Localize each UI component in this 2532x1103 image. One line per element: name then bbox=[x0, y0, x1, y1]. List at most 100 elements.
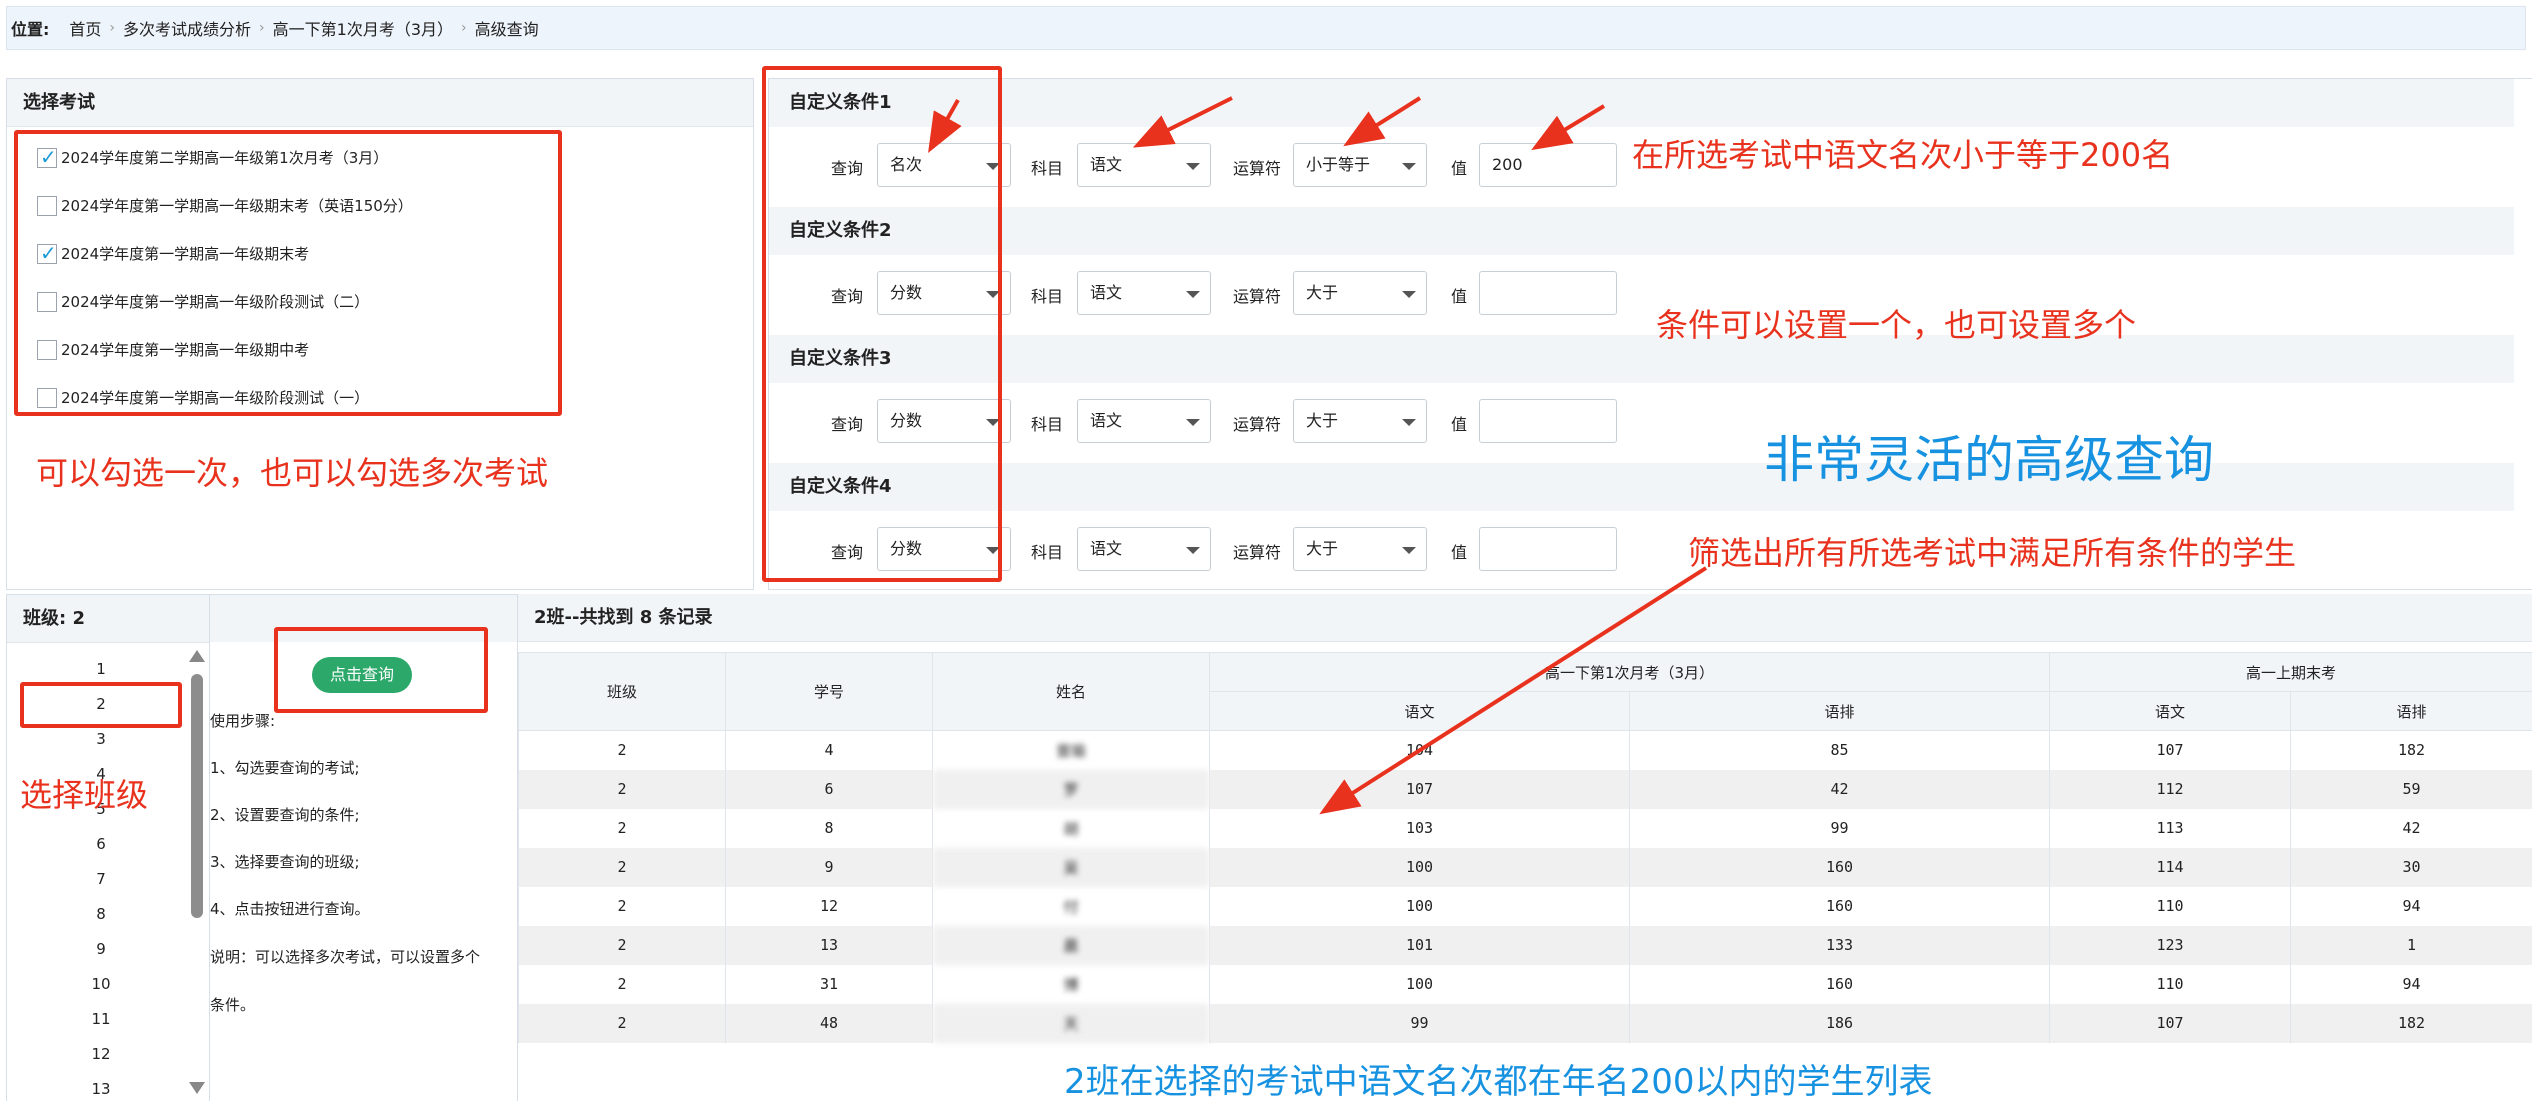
subject-field-label: 科目 bbox=[1031, 411, 1063, 435]
breadcrumb-current: 高级查询 bbox=[475, 16, 539, 40]
table-row: 2 9 吴 100 160 114 30 bbox=[519, 848, 2532, 887]
col-header-name: 姓名 bbox=[933, 653, 1210, 731]
class-select-annotation: 选择班级 bbox=[20, 770, 148, 816]
class-item-11[interactable]: 11 bbox=[6, 1010, 196, 1028]
chevron-right-icon: › bbox=[259, 20, 265, 36]
chevron-down-icon bbox=[1402, 163, 1416, 170]
instructions-heading: 使用步骤: bbox=[210, 710, 275, 731]
cell-class: 2 bbox=[519, 887, 726, 926]
class-item-12[interactable]: 12 bbox=[6, 1045, 196, 1063]
subject-select[interactable]: 语文 bbox=[1077, 143, 1211, 187]
subject-field-label: 科目 bbox=[1031, 283, 1063, 307]
table-row: 2 31 博 100 160 110 94 bbox=[519, 965, 2532, 1004]
operator-value: 大于 bbox=[1306, 411, 1338, 430]
operator-value: 大于 bbox=[1306, 283, 1338, 302]
cell-rank: 182 bbox=[2291, 731, 2532, 770]
subject-select[interactable]: 语文 bbox=[1077, 399, 1211, 443]
breadcrumb: 位置: 首页 › 多次考试成绩分析 › 高一下第1次月考（3月） › 高级查询 bbox=[6, 6, 2526, 50]
class-item-13[interactable]: 13 bbox=[6, 1080, 196, 1098]
headline-annotation: 非常灵活的高级查询 bbox=[1764, 420, 2214, 492]
instruction-step: 3、选择要查询的班级; bbox=[210, 851, 360, 872]
cell-rank: 42 bbox=[2291, 809, 2532, 848]
subject-value: 语文 bbox=[1090, 411, 1122, 430]
table-row: 2 8 胡 103 99 113 42 bbox=[519, 809, 2532, 848]
value-field-label: 值 bbox=[1451, 539, 1467, 563]
class-item-8[interactable]: 8 bbox=[6, 905, 196, 923]
cell-score: 110 bbox=[2050, 965, 2291, 1004]
scroll-up-icon[interactable] bbox=[189, 650, 205, 662]
cell-class: 2 bbox=[519, 965, 726, 1004]
cell-student-no: 9 bbox=[726, 848, 933, 887]
subject-select[interactable]: 语文 bbox=[1077, 527, 1211, 571]
cell-score: 104 bbox=[1210, 731, 1630, 770]
operator-select[interactable]: 大于 bbox=[1293, 399, 1427, 443]
class-item-10[interactable]: 10 bbox=[6, 975, 196, 993]
chevron-down-icon bbox=[1402, 419, 1416, 426]
cell-rank: 94 bbox=[2291, 887, 2532, 926]
value-input[interactable] bbox=[1479, 271, 1617, 315]
col-header-exam-1: 高一下第1次月考（3月） bbox=[1210, 653, 2050, 692]
subject-field-label: 科目 bbox=[1031, 539, 1063, 563]
cell-rank: 85 bbox=[1630, 731, 2050, 770]
instructions-note: 说明：可以选择多次考试，可以设置多个 bbox=[210, 946, 510, 967]
condition-title: 自定义条件4 bbox=[769, 463, 2514, 511]
chevron-right-icon: › bbox=[461, 20, 467, 36]
operator-select[interactable]: 小于等于 bbox=[1293, 143, 1427, 187]
condition-block-3: 自定义条件3 查询 分数 科目 语文 运算符 大于 值 bbox=[769, 335, 2514, 463]
instruction-step: 4、点击按钮进行查询。 bbox=[210, 898, 370, 919]
instruction-step: 1、勾选要查询的考试; bbox=[210, 757, 360, 778]
cell-rank: 186 bbox=[1630, 1004, 2050, 1043]
operator-select[interactable]: 大于 bbox=[1293, 527, 1427, 571]
cell-class: 2 bbox=[519, 770, 726, 809]
table-row: 2 6 罗 107 42 112 59 bbox=[519, 770, 2532, 809]
condition-title: 自定义条件1 bbox=[769, 79, 2514, 127]
cell-name: 胡 bbox=[933, 809, 1210, 848]
value-input[interactable] bbox=[1479, 527, 1617, 571]
cell-rank: 160 bbox=[1630, 848, 2050, 887]
scrollbar-thumb[interactable] bbox=[191, 674, 203, 918]
cell-score: 107 bbox=[2050, 731, 2291, 770]
class-item-7[interactable]: 7 bbox=[6, 870, 196, 888]
cell-class: 2 bbox=[519, 809, 726, 848]
class-item-9[interactable]: 9 bbox=[6, 940, 196, 958]
cell-student-no: 48 bbox=[726, 1004, 933, 1043]
cell-class: 2 bbox=[519, 848, 726, 887]
results-table: 班级 学号 姓名 高一下第1次月考（3月） 高一上期末考 语文 语排 语文 语排… bbox=[518, 652, 2532, 1043]
value-field-label: 值 bbox=[1451, 155, 1467, 179]
cell-score: 100 bbox=[1210, 965, 1630, 1004]
class-item-3[interactable]: 3 bbox=[6, 730, 196, 748]
operator-field-label: 运算符 bbox=[1233, 411, 1281, 435]
cell-score: 103 bbox=[1210, 809, 1630, 848]
cell-score: 101 bbox=[1210, 926, 1630, 965]
scroll-down-icon[interactable] bbox=[189, 1082, 205, 1094]
cell-score: 107 bbox=[2050, 1004, 2291, 1043]
breadcrumb-exam-link[interactable]: 高一下第1次月考（3月） bbox=[273, 16, 453, 40]
value-field-label: 值 bbox=[1451, 411, 1467, 435]
class-list-scrollbar[interactable] bbox=[186, 640, 208, 1100]
col-header-subject-score: 语文 bbox=[2050, 692, 2291, 731]
subject-value: 语文 bbox=[1090, 155, 1122, 174]
condition-row: 查询 分数 科目 语文 运算符 大于 值 bbox=[769, 255, 2514, 335]
table-row: 2 13 晨 101 133 123 1 bbox=[519, 926, 2532, 965]
cell-student-no: 31 bbox=[726, 965, 933, 1004]
cell-name: 天 bbox=[933, 1004, 1210, 1043]
value-input[interactable] bbox=[1479, 399, 1617, 443]
cell-rank: 182 bbox=[2291, 1004, 2532, 1043]
cell-name: 曾瑜 bbox=[933, 731, 1210, 770]
cell-name: 付 bbox=[933, 887, 1210, 926]
condition1-annotation: 在所选考试中语文名次小于等于200名 bbox=[1632, 130, 2173, 176]
multi-condition-annotation: 条件可以设置一个，也可设置多个 bbox=[1656, 300, 2136, 346]
operator-field-label: 运算符 bbox=[1233, 283, 1281, 307]
cell-score: 107 bbox=[1210, 770, 1630, 809]
instructions-note-cont: 条件。 bbox=[210, 994, 255, 1015]
value-input[interactable]: 200 bbox=[1479, 143, 1617, 187]
operator-select[interactable]: 大于 bbox=[1293, 271, 1427, 315]
class-item-6[interactable]: 6 bbox=[6, 835, 196, 853]
query-type-highlight bbox=[762, 66, 1002, 582]
chevron-down-icon bbox=[1186, 163, 1200, 170]
class-item-1[interactable]: 1 bbox=[6, 660, 196, 678]
subject-select[interactable]: 语文 bbox=[1077, 271, 1211, 315]
cell-student-no: 13 bbox=[726, 926, 933, 965]
subject-field-label: 科目 bbox=[1031, 155, 1063, 179]
cell-class: 2 bbox=[519, 1004, 726, 1043]
